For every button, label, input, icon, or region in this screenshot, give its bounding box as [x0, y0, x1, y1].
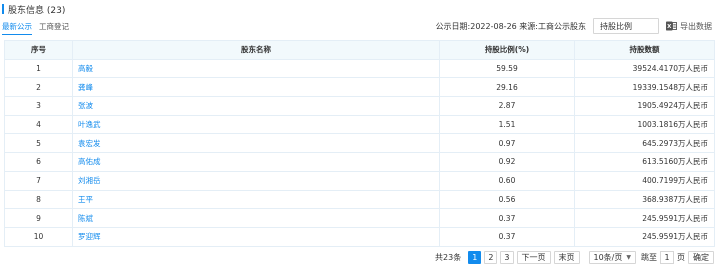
sort-dropdown-value: 持股比例 — [600, 21, 632, 31]
shareholder-name-link[interactable]: 张波 — [72, 96, 440, 116]
shareholder-name-link[interactable]: 陈斌 — [72, 208, 440, 228]
shareholder-name-link[interactable]: 叶逸武 — [72, 114, 440, 135]
holding-amount: 1003.1816万人民币 — [574, 114, 715, 135]
filter-bar: 公示日期:2022-08-26 来源:工商公示股东 持股比例 X 导出数据 — [436, 18, 712, 34]
column-header-index: 序号 — [4, 40, 73, 60]
export-button[interactable]: X 导出数据 — [666, 21, 712, 32]
row-index: 2 — [4, 77, 73, 98]
holding-ratio: 59.59 — [439, 58, 575, 79]
table-row: 7 刘湘岳 0.60 400.7199万人民币 — [4, 170, 715, 191]
shareholder-name-link[interactable]: 王平 — [72, 189, 440, 210]
total-count: 共23条 — [435, 253, 462, 262]
holding-amount: 245.9591万人民币 — [574, 208, 715, 228]
column-header-amount: 持股数额 — [574, 40, 715, 60]
tab-business-registration[interactable]: 工商登记 — [39, 21, 69, 35]
row-index: 1 — [4, 58, 73, 79]
next-page-button[interactable]: 下一页 — [516, 251, 551, 264]
row-index: 8 — [4, 189, 73, 210]
shareholder-name-link[interactable]: 龚峰 — [72, 77, 440, 98]
holding-amount: 245.9591万人民币 — [574, 226, 715, 247]
holding-ratio: 0.37 — [439, 208, 575, 228]
page-button-3[interactable]: 3 — [500, 251, 514, 264]
holding-amount: 1905.4924万人民币 — [574, 96, 715, 116]
section-count: (23) — [46, 5, 66, 16]
holding-ratio: 2.87 — [439, 96, 575, 116]
shareholder-name-link[interactable]: 袁宏发 — [72, 133, 440, 154]
page-button-2[interactable]: 2 — [484, 251, 498, 264]
row-index: 6 — [4, 152, 73, 172]
table-row: 10 罗迎辉 0.37 245.9591万人民币 — [4, 226, 715, 247]
export-label: 导出数据 — [680, 21, 712, 31]
page-size-value: 10条/页 — [593, 253, 623, 262]
tab-latest-publication[interactable]: 最新公示 — [2, 21, 32, 35]
page-size-select[interactable]: 10条/页 ▼ — [588, 251, 636, 264]
holding-ratio: 1.51 — [439, 114, 575, 135]
shareholder-table: 序号 股东名称 持股比例(%) 持股数额 1 高毅 59.59 39524.41… — [4, 40, 715, 247]
column-header-ratio: 持股比例(%) — [439, 40, 575, 60]
tab-bar: 最新公示 工商登记 — [2, 21, 69, 35]
holding-amount: 19339.1548万人民币 — [574, 77, 715, 98]
sort-dropdown[interactable]: 持股比例 — [593, 18, 659, 34]
jump-label: 跳至 — [641, 253, 657, 262]
shareholder-name-link[interactable]: 罗迎辉 — [72, 226, 440, 247]
row-index: 4 — [4, 114, 73, 135]
row-index: 7 — [4, 170, 73, 191]
holding-amount: 613.5160万人民币 — [574, 152, 715, 172]
holding-ratio: 0.97 — [439, 133, 575, 154]
section-accent-bar — [2, 4, 4, 14]
holding-amount: 39524.4170万人民币 — [574, 58, 715, 79]
table-row: 5 袁宏发 0.97 645.2973万人民币 — [4, 133, 715, 154]
chevron-down-icon: ▼ — [626, 254, 631, 261]
table-header-row: 序号 股东名称 持股比例(%) 持股数额 — [4, 40, 715, 60]
holding-amount: 645.2973万人民币 — [574, 133, 715, 154]
table-row: 3 张波 2.87 1905.4924万人民币 — [4, 96, 715, 116]
page-unit-label: 页 — [677, 253, 685, 262]
table-row: 6 高佑成 0.92 613.5160万人民币 — [4, 152, 715, 172]
table-row: 2 龚峰 29.16 19339.1548万人民币 — [4, 77, 715, 98]
holding-ratio: 29.16 — [439, 77, 575, 98]
confirm-button[interactable]: 确定 — [688, 251, 714, 264]
table-row: 8 王平 0.56 368.9387万人民币 — [4, 189, 715, 210]
excel-icon: X — [666, 21, 677, 31]
shareholder-name-link[interactable]: 高佑成 — [72, 152, 440, 172]
page-button-1[interactable]: 1 — [468, 251, 482, 264]
holding-amount: 368.9387万人民币 — [574, 189, 715, 210]
last-page-button[interactable]: 末页 — [553, 251, 580, 264]
shareholder-name-link[interactable]: 高毅 — [72, 58, 440, 79]
row-index: 5 — [4, 133, 73, 154]
row-index: 9 — [4, 208, 73, 228]
holding-ratio: 0.60 — [439, 170, 575, 191]
holding-ratio: 0.56 — [439, 189, 575, 210]
holding-ratio: 0.37 — [439, 226, 575, 247]
shareholder-name-link[interactable]: 刘湘岳 — [72, 170, 440, 191]
section-title-label: 股东信息 — [8, 5, 45, 16]
holding-amount: 400.7199万人民币 — [574, 170, 715, 191]
table-row: 1 高毅 59.59 39524.4170万人民币 — [4, 58, 715, 79]
table-row: 4 叶逸武 1.51 1003.1816万人民币 — [4, 114, 715, 135]
publish-info: 公示日期:2022-08-26 来源:工商公示股东 — [435, 21, 586, 31]
row-index: 10 — [4, 226, 73, 247]
holding-ratio: 0.92 — [439, 152, 575, 172]
column-header-name: 股东名称 — [72, 40, 440, 60]
row-index: 3 — [4, 96, 73, 116]
table-row: 9 陈斌 0.37 245.9591万人民币 — [4, 208, 715, 228]
section-title: 股东信息 (23) — [8, 3, 65, 16]
pagination: 共23条 1 2 3 下一页 末页 10条/页 ▼ 跳至 1 页 确定 — [435, 251, 714, 264]
section-header: 股东信息 (23) — [2, 3, 65, 16]
jump-page-input[interactable]: 1 — [660, 251, 674, 264]
